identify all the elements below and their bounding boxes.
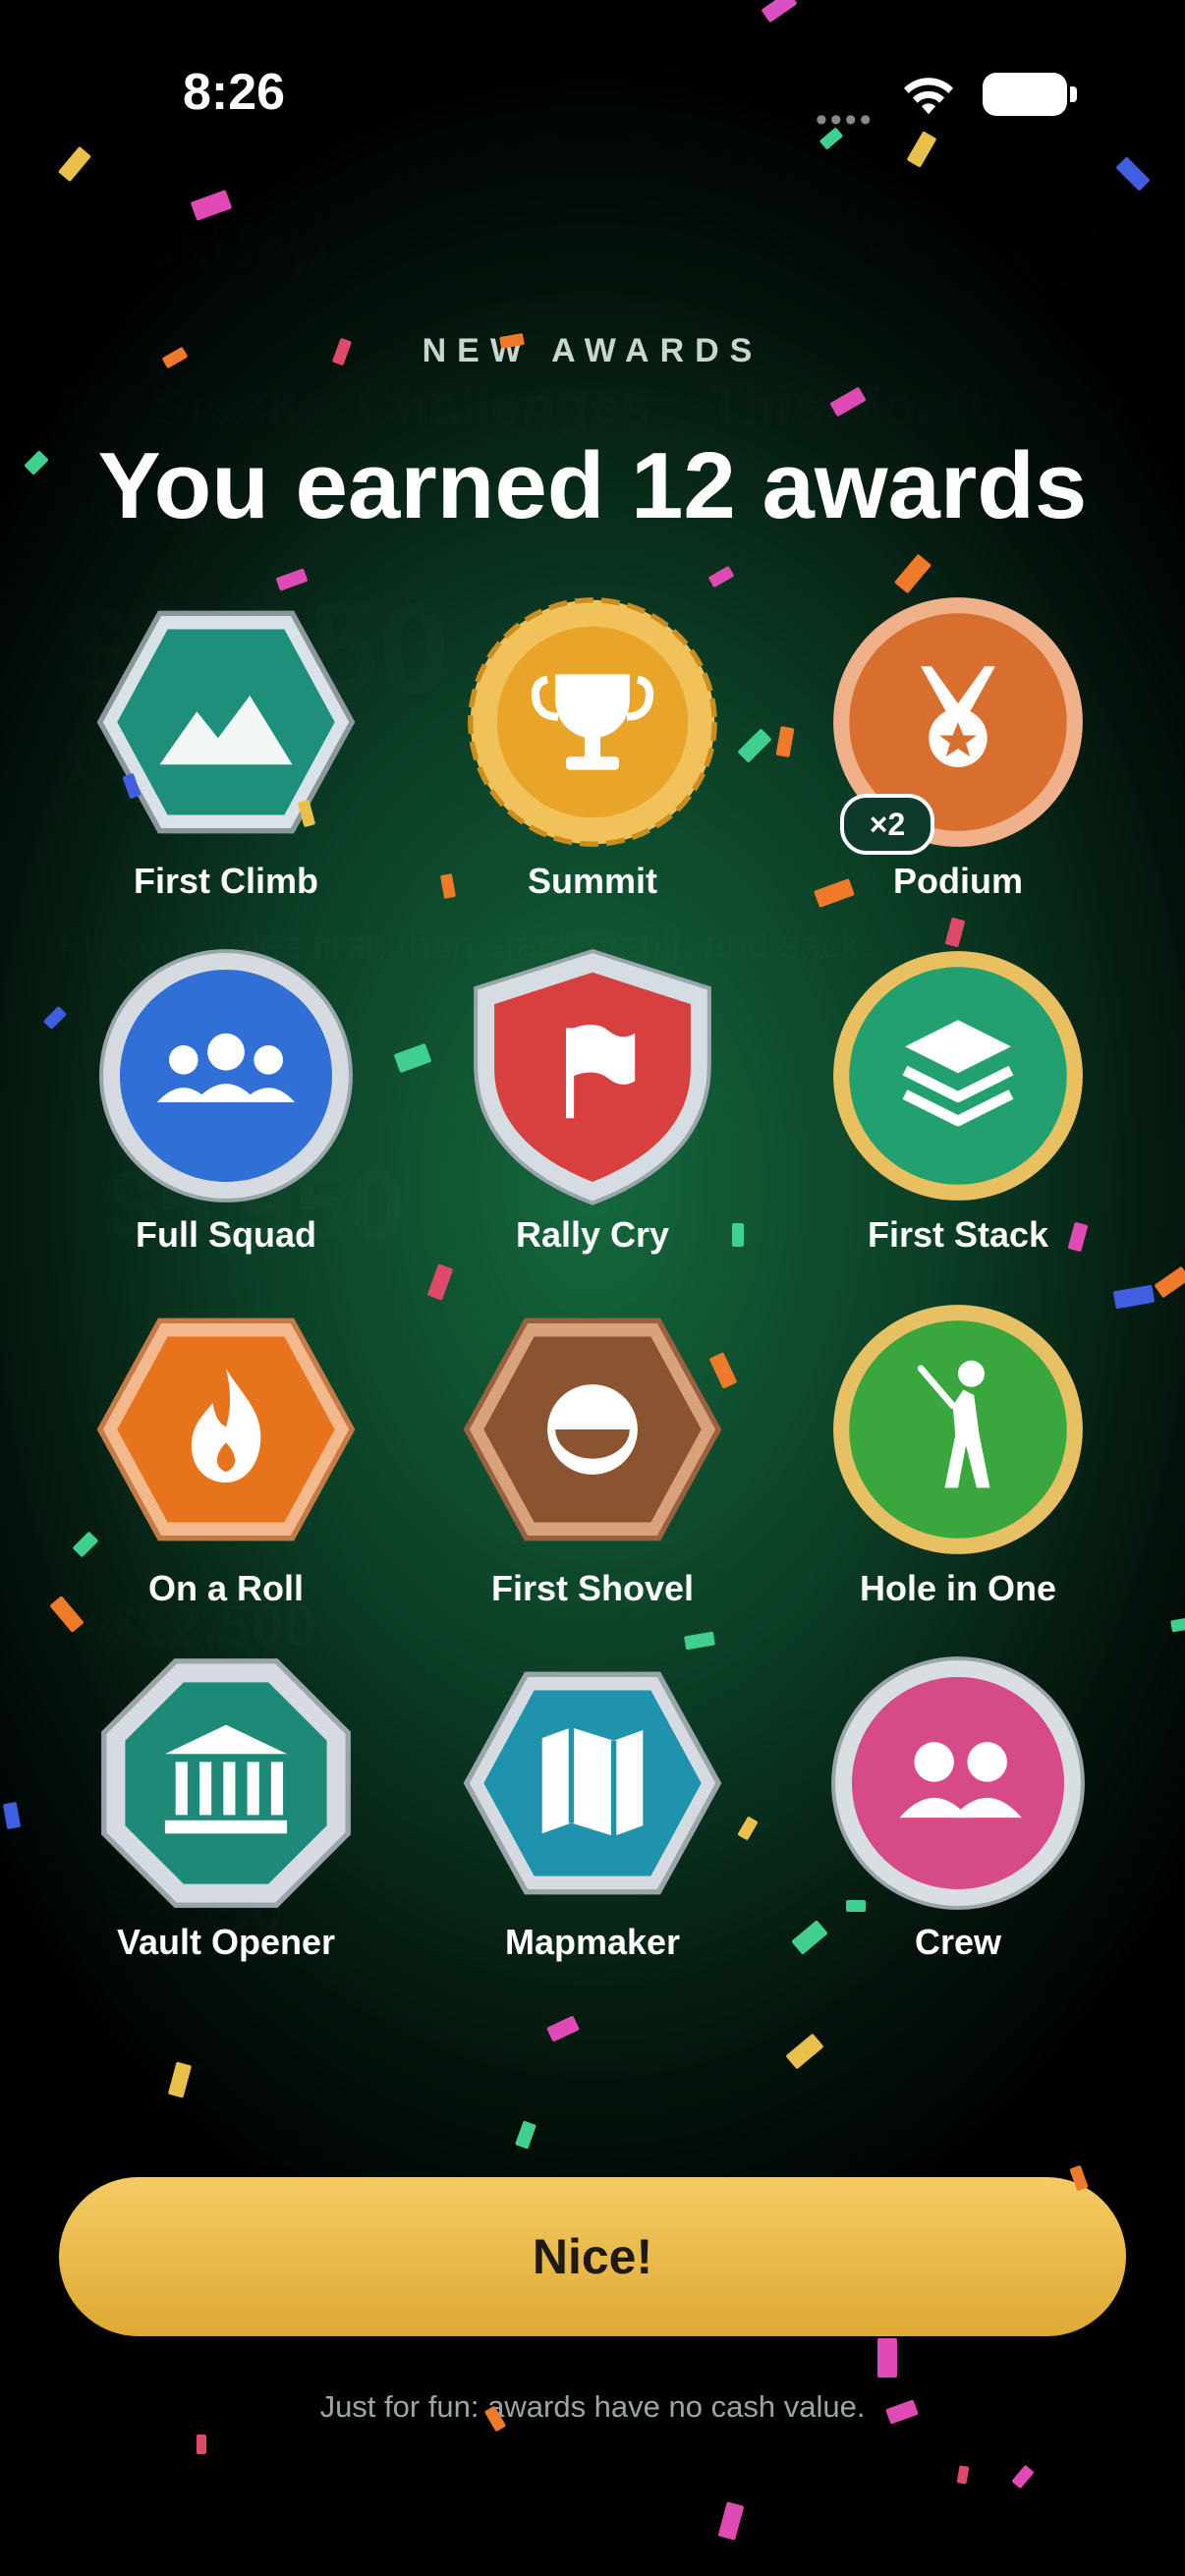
award-label: First Shovel xyxy=(490,1568,695,1608)
trophy-icon xyxy=(468,597,717,847)
nice-button[interactable]: Nice! xyxy=(59,2177,1126,2336)
flame-icon xyxy=(96,1317,356,1541)
award-label: Vault Opener xyxy=(116,1922,336,1962)
award-mapmaker[interactable]: Mapmaker xyxy=(430,1651,755,1965)
mountain-icon xyxy=(96,610,356,834)
award-label: Hole in One xyxy=(859,1568,1057,1608)
award-label: First Climb xyxy=(133,861,318,901)
disclaimer-text: Just for fun: awards have no cash value. xyxy=(319,2389,866,2424)
awards-headline: You earned 12 awards xyxy=(97,433,1088,538)
award-podium[interactable]: Podium xyxy=(796,589,1120,904)
battery-icon xyxy=(983,73,1067,116)
signal-dots-icon: •••• xyxy=(816,101,875,139)
award-label: Rally Cry xyxy=(515,1214,670,1255)
award-crew[interactable]: Crew xyxy=(796,1651,1120,1965)
award-first-climb[interactable]: First Climb xyxy=(64,589,388,904)
bank-icon xyxy=(101,1658,351,1908)
award-summit[interactable]: Summit xyxy=(430,589,755,904)
awards-eyebrow: NEW AWARDS xyxy=(422,332,763,369)
podium-multiplier-badge: ×2 xyxy=(840,794,934,855)
map-icon xyxy=(463,1671,722,1895)
award-on-a-roll[interactable]: On a Roll xyxy=(64,1297,388,1611)
hole-icon xyxy=(463,1317,722,1541)
award-rally-cry[interactable]: Rally Cry xyxy=(430,943,755,1258)
award-label: Summit xyxy=(527,861,657,901)
award-full-squad[interactable]: Full Squad xyxy=(64,943,388,1258)
award-label: First Stack xyxy=(867,1214,1049,1255)
award-first-stack[interactable]: First Stack xyxy=(796,943,1120,1258)
status-bar: 8:26 •••• xyxy=(0,0,1185,177)
status-time: 8:26 xyxy=(183,64,286,121)
award-vault-opener[interactable]: Vault Opener xyxy=(64,1651,388,1965)
award-label: Podium xyxy=(893,861,1023,901)
battery-tip xyxy=(1070,86,1077,102)
pair-icon xyxy=(831,1656,1085,1910)
award-label: Crew xyxy=(914,1922,1002,1962)
award-hole-in-one[interactable]: Hole in One xyxy=(796,1297,1120,1611)
wifi-icon xyxy=(904,78,953,115)
layers-icon xyxy=(833,951,1083,1201)
award-first-shovel[interactable]: First Shovel xyxy=(430,1297,755,1611)
flag-icon xyxy=(474,948,711,1205)
award-label: Mapmaker xyxy=(504,1922,681,1962)
group-icon xyxy=(99,949,353,1203)
award-label: On a Roll xyxy=(147,1568,304,1608)
award-label: Full Squad xyxy=(136,1214,316,1255)
golfer-icon xyxy=(833,1305,1083,1554)
